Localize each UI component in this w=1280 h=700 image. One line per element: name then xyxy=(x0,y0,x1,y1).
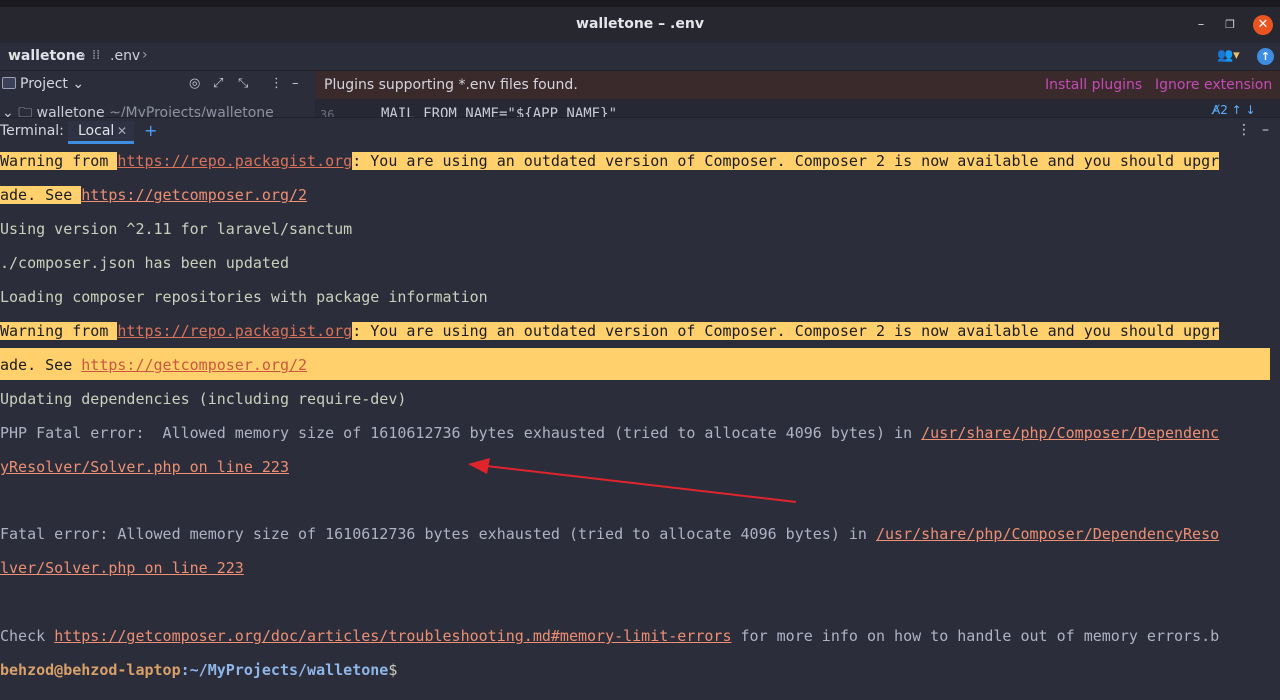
breadcrumb-file[interactable]: .env xyxy=(110,48,140,64)
maximize-icon[interactable]: ❐ xyxy=(1220,15,1240,35)
breadcrumb-project[interactable]: walletone xyxy=(8,48,85,64)
composer2-link[interactable]: https://getcomposer.org/2 xyxy=(81,356,308,374)
packagist-link[interactable]: https://repo.packagist.org xyxy=(117,152,353,170)
ignore-extension-link[interactable]: Ignore extension xyxy=(1155,77,1272,93)
terminal-header: Terminal: Local ✕ + ⋮ – xyxy=(0,117,1280,144)
solver-file-link[interactable]: yResolver/Solver.php on line 223 xyxy=(0,458,289,476)
line-number: 36 xyxy=(320,108,335,117)
terminal-line: Fatal error: Allowed memory size of 1610… xyxy=(0,525,1220,543)
terminal-output[interactable]: Warning from https://repo.packagist.org:… xyxy=(0,144,1280,700)
hide-panel-icon[interactable]: – xyxy=(292,76,299,91)
troubleshooting-link[interactable]: https://getcomposer.org/doc/articles/tro… xyxy=(54,627,731,645)
window-title: walletone – .env xyxy=(576,16,704,32)
more-options-icon[interactable]: ⋮ xyxy=(1237,122,1251,138)
install-plugins-link[interactable]: Install plugins xyxy=(1045,77,1142,93)
terminal-title: Terminal: xyxy=(0,123,64,139)
terminal-line: Check https://getcomposer.org/doc/articl… xyxy=(0,627,1220,645)
add-terminal-icon[interactable]: + xyxy=(144,121,157,140)
chevron-right-icon: › xyxy=(142,47,148,63)
terminal-line: Warning from https://repo.packagist.org:… xyxy=(0,322,1220,340)
terminal-prompt: behzod@behzod-laptop:~/MyProjects/wallet… xyxy=(0,661,398,679)
env-file-icon: ⁞⁞ xyxy=(92,48,101,63)
solver-file-link[interactable]: lver/Solver.php on line 223 xyxy=(0,559,244,577)
terminal-line: ade. See https://getcomposer.org/2 xyxy=(0,356,308,374)
navigation-bar: walletone › ⁞⁞ .env › 👥▾ ↑ xyxy=(0,43,1280,71)
tree-item-walletone[interactable]: ⌄ 🗀 walletone ~/MyProjects/walletone xyxy=(2,102,274,117)
terminal-line: lver/Solver.php on line 223 xyxy=(0,557,244,579)
terminal-line: Updating dependencies (including require… xyxy=(0,390,407,408)
more-options-icon[interactable]: ⋮ xyxy=(270,76,283,91)
terminal-line: ./composer.json has been updated xyxy=(0,254,289,272)
terminal-line: Warning from https://repo.packagist.org:… xyxy=(0,152,1220,170)
expand-icon[interactable]: ⤢ xyxy=(213,76,223,91)
project-panel-header: Project ⌄ ◎ ⤢ ⤡ ⋮ – xyxy=(0,71,313,99)
terminal-line: PHP Fatal error: Allowed memory size of … xyxy=(0,424,1220,442)
notification-banner: Plugins supporting *.env files found. In… xyxy=(315,71,1280,99)
editor[interactable]: 36 MAIL_FROM_NAME="${APP_NAME}" xyxy=(315,99,1280,117)
terminal-line: Using version ^2.11 for laravel/sanctum xyxy=(0,220,353,238)
composer2-link[interactable]: https://getcomposer.org/2 xyxy=(81,186,307,204)
update-icon[interactable]: ↑ xyxy=(1257,48,1274,65)
banner-message: Plugins supporting *.env files found. xyxy=(324,77,578,93)
solver-file-link[interactable]: /usr/share/php/Composer/Dependenc xyxy=(921,424,1219,442)
hide-terminal-icon[interactable]: – xyxy=(1262,122,1269,138)
minimize-icon[interactable]: – xyxy=(1191,15,1211,35)
close-icon[interactable]: ✕ xyxy=(1253,15,1273,35)
close-tab-icon[interactable]: ✕ xyxy=(117,124,127,138)
locate-icon[interactable]: ◎ xyxy=(189,76,200,91)
project-folder-icon xyxy=(2,77,16,89)
editor-inspection-tools[interactable]: A̸2 ↑ ↓ xyxy=(1212,103,1256,117)
project-tree: ⌄ 🗀 walletone ~/MyProjects/walletone xyxy=(0,99,313,117)
packagist-link[interactable]: https://repo.packagist.org xyxy=(117,322,353,340)
terminal-line: yResolver/Solver.php on line 223 xyxy=(0,456,289,478)
os-top-bar xyxy=(0,0,1280,7)
chevron-right-icon: › xyxy=(80,47,86,63)
solver-file-link[interactable]: /usr/share/php/Composer/DependencyReso xyxy=(876,525,1219,543)
terminal-tab-local[interactable]: Local ✕ xyxy=(68,121,134,144)
terminal-line: ade. See https://getcomposer.org/2 xyxy=(0,186,308,204)
terminal-tab-label: Local xyxy=(78,123,115,139)
code-line[interactable]: MAIL_FROM_NAME="${APP_NAME}" xyxy=(381,106,617,117)
title-bar: walletone – .env – ❐ ✕ xyxy=(0,7,1280,43)
project-view-selector[interactable]: Project ⌄ xyxy=(20,76,84,92)
collapse-icon[interactable]: ⤡ xyxy=(238,76,248,91)
users-icon[interactable]: 👥▾ xyxy=(1217,48,1240,63)
terminal-line: Loading composer repositories with packa… xyxy=(0,288,488,306)
